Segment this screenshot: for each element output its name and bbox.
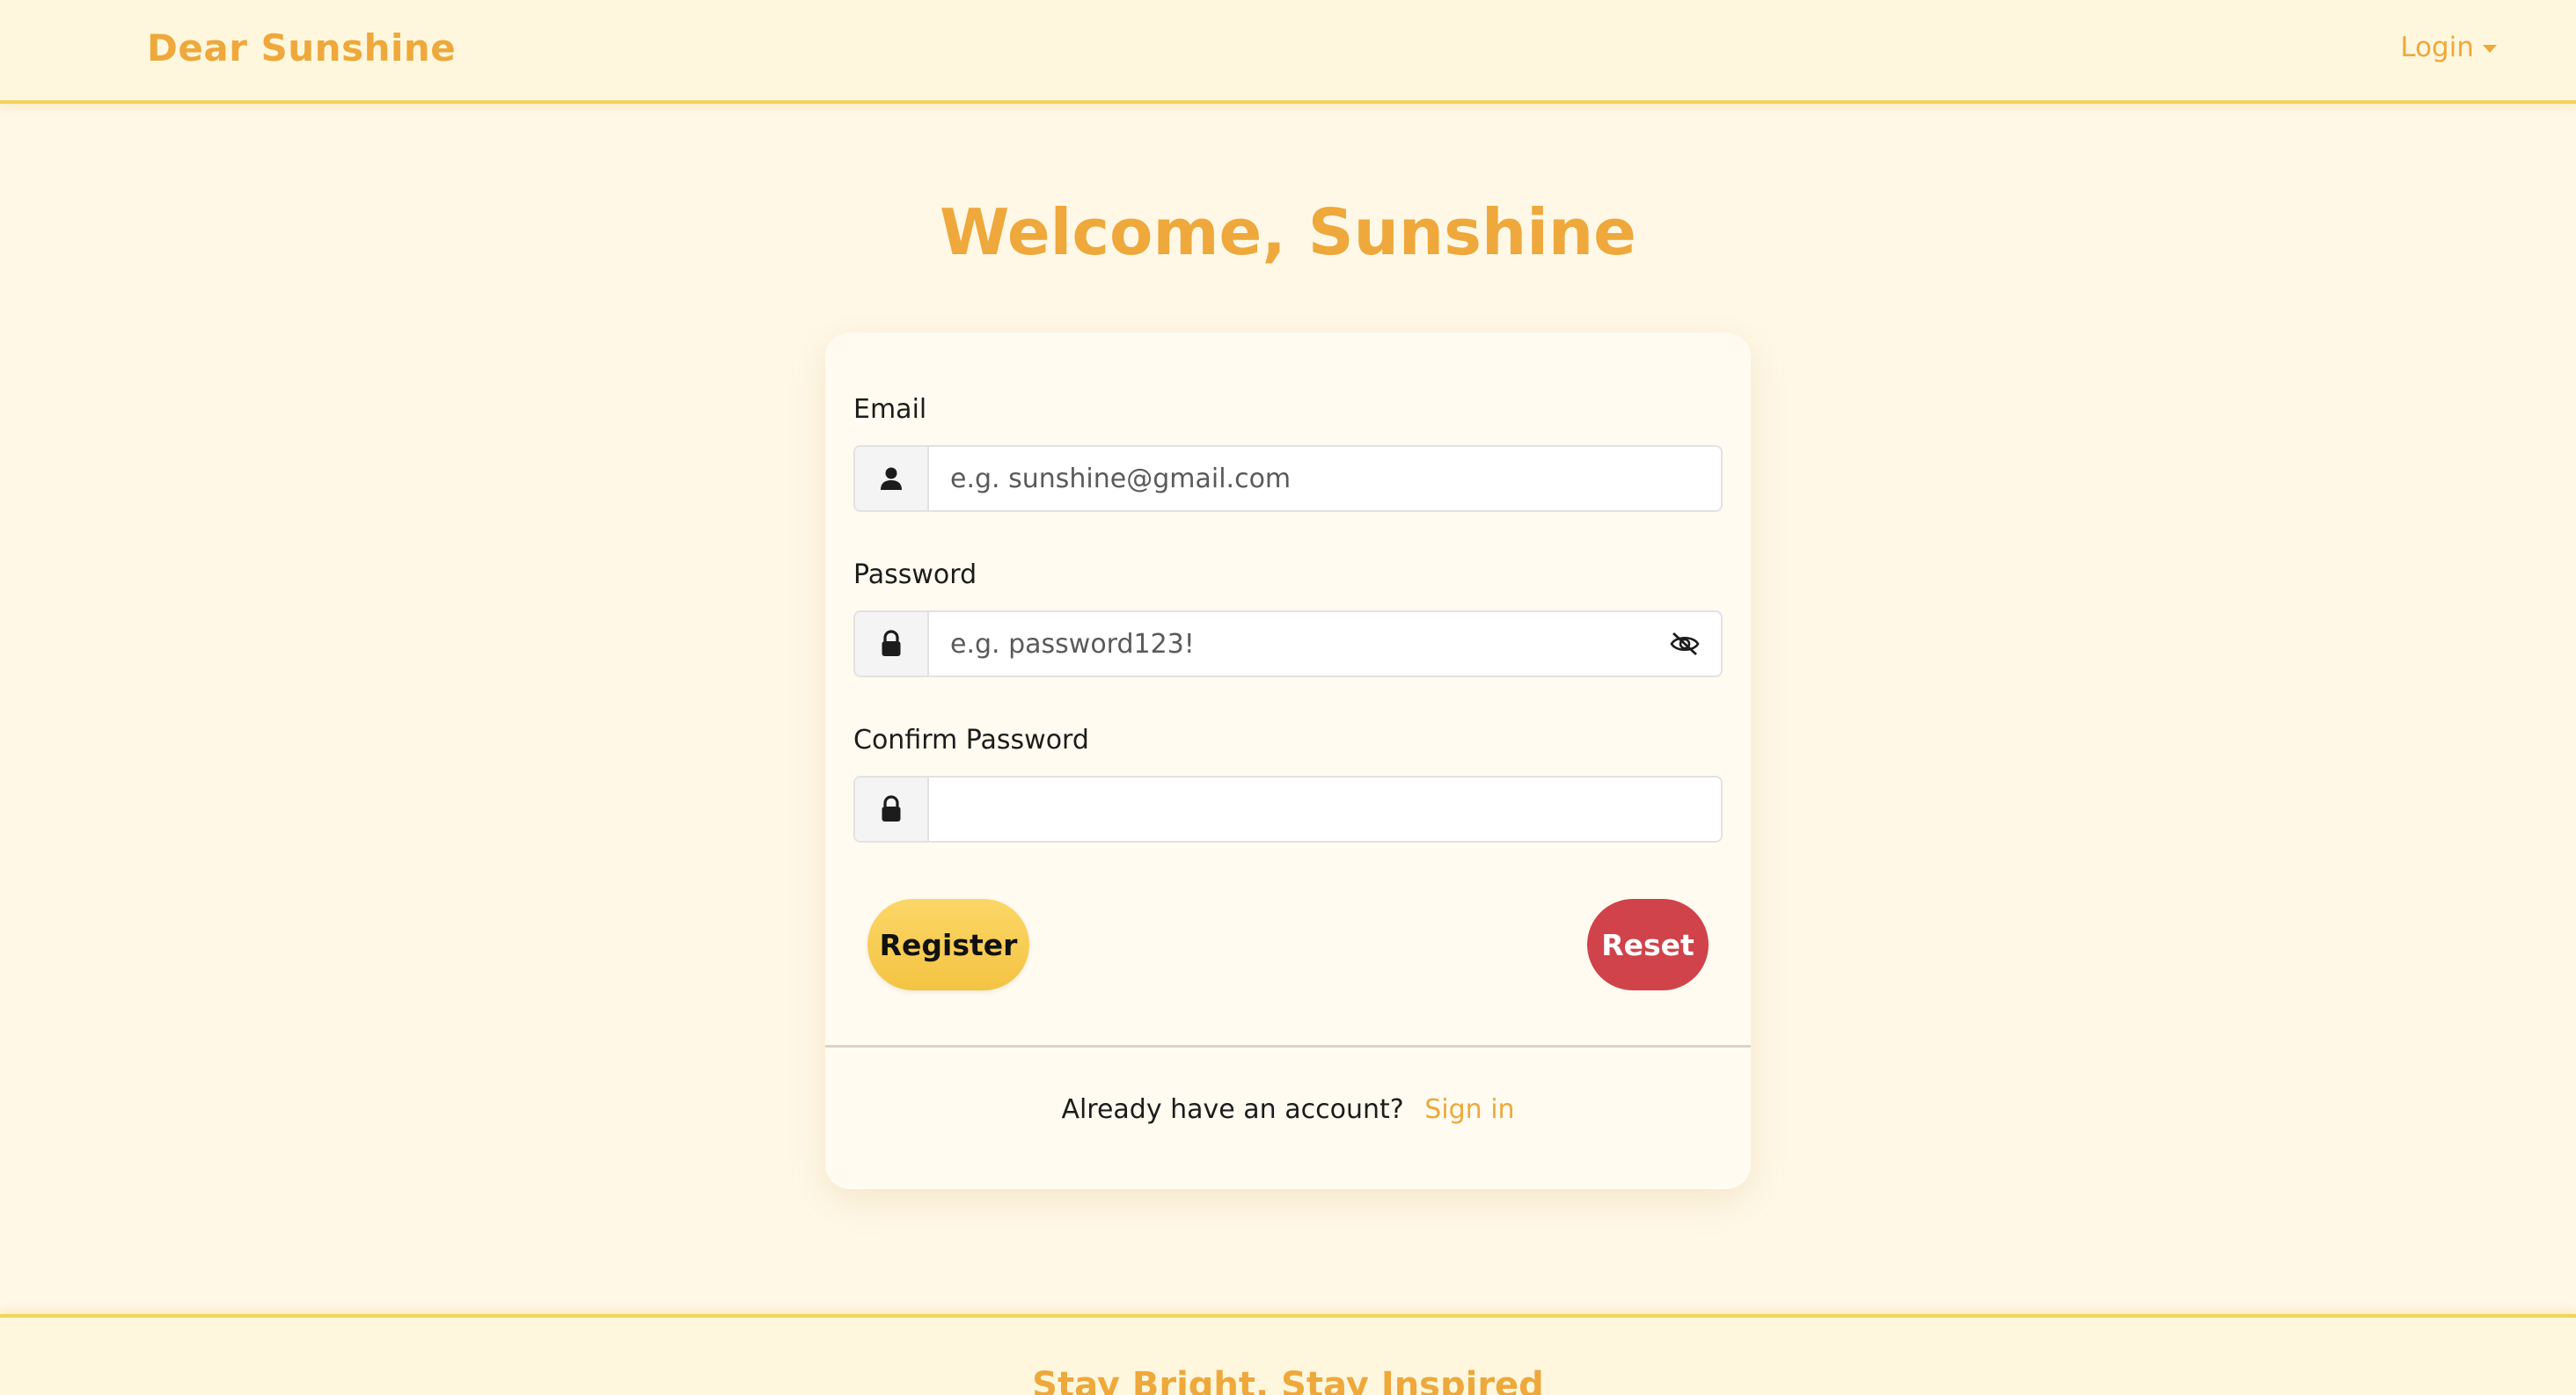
register-button[interactable]: Register: [867, 899, 1029, 990]
brand-logo[interactable]: Dear Sunshine: [147, 26, 456, 69]
login-dropdown[interactable]: Login: [2400, 32, 2497, 63]
email-input[interactable]: [929, 447, 1721, 510]
page-title: Welcome, Sunshine: [939, 195, 1637, 269]
footer-tagline: Stay Bright, Stay Inspired: [1032, 1365, 1544, 1395]
password-label: Password: [853, 559, 977, 590]
confirm-password-label: Confirm Password: [853, 725, 1089, 756]
page-footer: Stay Bright, Stay Inspired: [0, 1314, 2576, 1395]
register-card: Email Password Confirm Password: [825, 332, 1751, 1189]
lock-icon: [855, 778, 929, 841]
email-input-group: [853, 445, 1723, 512]
card-divider: [825, 1045, 1751, 1048]
eye-slash-icon[interactable]: [1649, 612, 1721, 676]
login-dropdown-label: Login: [2400, 32, 2474, 63]
email-label: Email: [853, 394, 927, 425]
signin-prompt: Already have an account?: [1061, 1094, 1404, 1125]
password-input-group: [853, 610, 1723, 677]
signin-link[interactable]: Sign in: [1424, 1094, 1514, 1125]
lock-icon: [855, 612, 929, 676]
user-icon: [855, 447, 929, 510]
navbar: Dear Sunshine Login: [0, 0, 2576, 104]
caret-down-icon: [2483, 44, 2497, 53]
confirm-password-input[interactable]: [929, 778, 1721, 841]
reset-button[interactable]: Reset: [1587, 899, 1709, 990]
password-input[interactable]: [929, 612, 1649, 676]
confirm-password-input-group: [853, 776, 1723, 843]
card-footer: Already have an account? Sign in: [825, 1094, 1751, 1125]
